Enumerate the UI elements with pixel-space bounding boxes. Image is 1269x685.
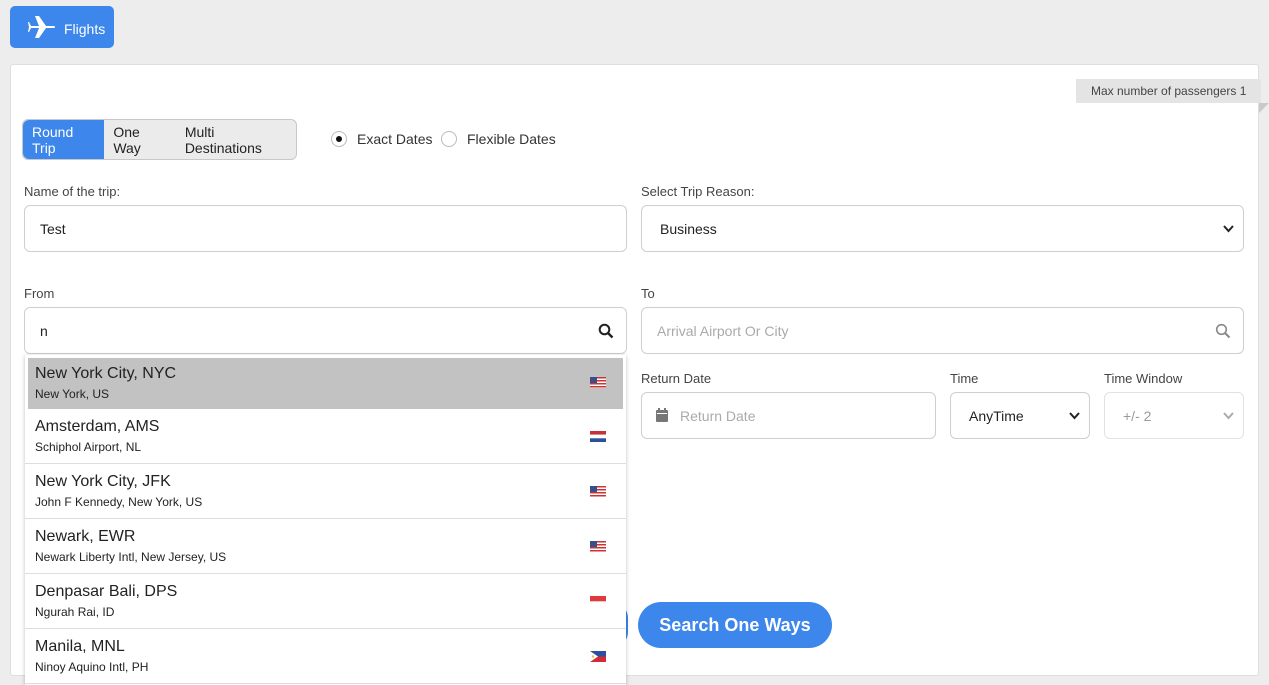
flights-tab-label: Flights [64, 21, 106, 37]
flexible-dates-radio[interactable]: Flexible Dates [441, 131, 556, 147]
exact-dates-label: Exact Dates [357, 131, 433, 147]
us-flag-icon [590, 541, 606, 552]
us-flag-icon [590, 377, 606, 388]
time-value: AnyTime [969, 407, 1024, 424]
id-flag-icon [590, 596, 606, 607]
suggestion-title: New York City, NYC [35, 365, 177, 382]
calendar-icon [656, 408, 668, 422]
nl-flag-icon [590, 431, 606, 442]
chevron-down-icon [1223, 225, 1234, 233]
from-value: n [40, 322, 48, 339]
suggestion-subtitle: Schiphol Airport, NL [35, 440, 142, 454]
suggestion-item[interactable]: Newark, EWR Newark Liberty Intl, New Jer… [25, 519, 626, 574]
from-suggestions-dropdown: New York City, NYC New York, US Amsterda… [25, 355, 626, 685]
from-label: From [24, 286, 55, 301]
exact-dates-radio[interactable]: Exact Dates [331, 131, 432, 147]
trip-name-label: Name of the trip: [24, 184, 121, 199]
trip-type-round-trip[interactable]: Round Trip [23, 120, 105, 159]
suggestion-title: Manila, MNL [35, 638, 125, 655]
suggestion-subtitle: John F Kennedy, New York, US [35, 495, 203, 509]
trip-reason-value: Business [660, 220, 717, 237]
radio-unchecked-icon [441, 131, 457, 147]
suggestion-subtitle: Ninoy Aquino Intl, PH [35, 660, 149, 674]
chevron-down-icon [1223, 412, 1234, 420]
chevron-down-icon [1069, 412, 1080, 420]
suggestion-subtitle: Newark Liberty Intl, New Jersey, US [35, 550, 227, 564]
trip-type-multi-destinations[interactable]: Multi Destinations [176, 120, 296, 159]
suggestion-title: New York City, JFK [35, 473, 171, 490]
to-input[interactable]: Arrival Airport Or City [641, 307, 1244, 354]
search-icon[interactable] [1215, 323, 1231, 339]
suggestion-item[interactable]: New York City, JFK John F Kennedy, New Y… [25, 464, 626, 519]
time-select[interactable]: AnyTime [950, 392, 1090, 439]
trip-type-one-way[interactable]: One Way [104, 120, 175, 159]
search-icon[interactable] [598, 323, 614, 339]
time-label: Time [950, 371, 979, 386]
us-flag-icon [590, 486, 606, 497]
suggestion-title: Newark, EWR [35, 528, 136, 545]
suggestion-item[interactable]: New York City, NYC New York, US [28, 358, 623, 409]
time-window-label: Time Window [1104, 371, 1183, 386]
suggestion-subtitle: New York, US [35, 387, 110, 401]
suggestion-title: Amsterdam, AMS [35, 418, 160, 435]
from-input[interactable]: n [24, 307, 627, 354]
time-window-value: +/- 2 [1123, 407, 1152, 424]
plane-icon [27, 14, 56, 40]
suggestion-subtitle: Ngurah Rai, ID [35, 605, 115, 619]
badge-fold [1259, 103, 1269, 113]
flexible-dates-label: Flexible Dates [467, 131, 556, 147]
suggestion-item[interactable]: Amsterdam, AMS Schiphol Airport, NL [25, 409, 626, 464]
trip-reason-select[interactable]: Business [641, 205, 1244, 252]
suggestion-title: Denpasar Bali, DPS [35, 583, 178, 600]
return-date-label: Return Date [641, 371, 712, 386]
trip-type-selector: Round Trip One Way Multi Destinations [22, 119, 297, 160]
ph-flag-icon [590, 651, 606, 662]
flights-tab[interactable]: Flights [10, 6, 114, 48]
suggestion-item[interactable]: Manila, MNL Ninoy Aquino Intl, PH [25, 629, 626, 684]
trip-name-value: Test [40, 220, 66, 237]
to-placeholder: Arrival Airport Or City [657, 322, 789, 339]
to-label: To [641, 286, 655, 301]
time-window-select[interactable]: +/- 2 [1104, 392, 1244, 439]
return-date-input[interactable]: Return Date [641, 392, 936, 439]
max-passengers-badge: Max number of passengers 1 [1076, 79, 1261, 103]
trip-name-input[interactable]: Test [24, 205, 627, 252]
suggestion-item[interactable]: Denpasar Bali, DPS Ngurah Rai, ID [25, 574, 626, 629]
trip-reason-label: Select Trip Reason: [641, 184, 755, 199]
search-one-ways-button[interactable]: Search One Ways [638, 602, 832, 648]
radio-checked-icon [331, 131, 347, 147]
